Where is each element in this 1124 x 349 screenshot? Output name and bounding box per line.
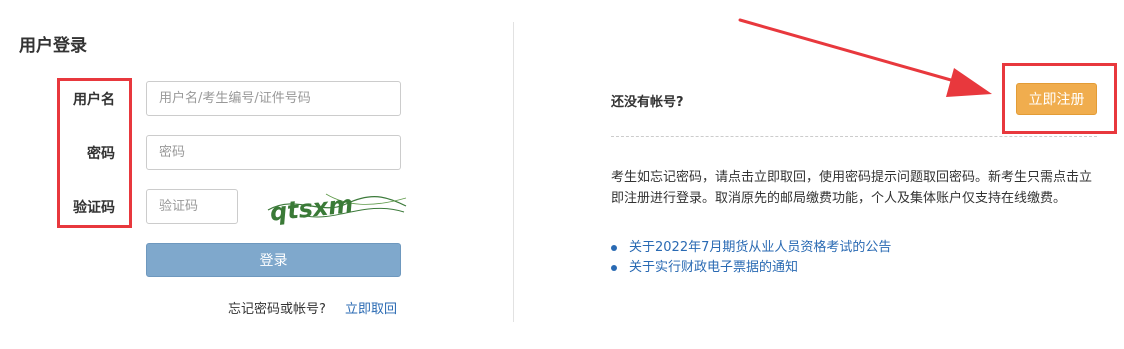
announcement-link-exam[interactable]: 关于2022年7月期货从业人员资格考试的公告: [629, 240, 891, 255]
notice-text: 考生如忘记密码，请点击立即取回，使用密码提示问题取回密码。新考生只需点击立即注册…: [611, 170, 1093, 206]
captcha-image[interactable]: qtsxm: [266, 186, 408, 226]
register-button[interactable]: 立即注册: [1016, 83, 1097, 115]
no-account-prompt: 还没有帐号?: [611, 95, 684, 110]
panel-divider: [513, 22, 514, 322]
captcha-input[interactable]: [146, 189, 238, 224]
login-button[interactable]: 登录: [146, 243, 401, 277]
forgot-link[interactable]: 立即取回: [345, 298, 397, 317]
dashed-divider: [611, 136, 1097, 137]
announcement-list: 关于2022年7月期货从业人员资格考试的公告 关于实行财政电子票据的通知: [611, 238, 891, 278]
list-item: 关于实行财政电子票据的通知: [611, 258, 891, 278]
password-input[interactable]: [146, 135, 401, 170]
username-label: 用户名: [73, 92, 115, 108]
bullet-icon: [611, 265, 617, 271]
password-label: 密码: [87, 146, 115, 162]
forgot-text: 忘记密码或帐号?: [228, 302, 326, 317]
announcement-link-receipt[interactable]: 关于实行财政电子票据的通知: [629, 260, 798, 275]
captcha-label: 验证码: [73, 200, 115, 216]
captcha-text: qtsxm: [269, 190, 355, 226]
list-item: 关于2022年7月期货从业人员资格考试的公告: [611, 238, 891, 258]
username-input[interactable]: [146, 81, 401, 116]
bullet-icon: [611, 245, 617, 251]
page-title: 用户登录: [19, 36, 87, 56]
